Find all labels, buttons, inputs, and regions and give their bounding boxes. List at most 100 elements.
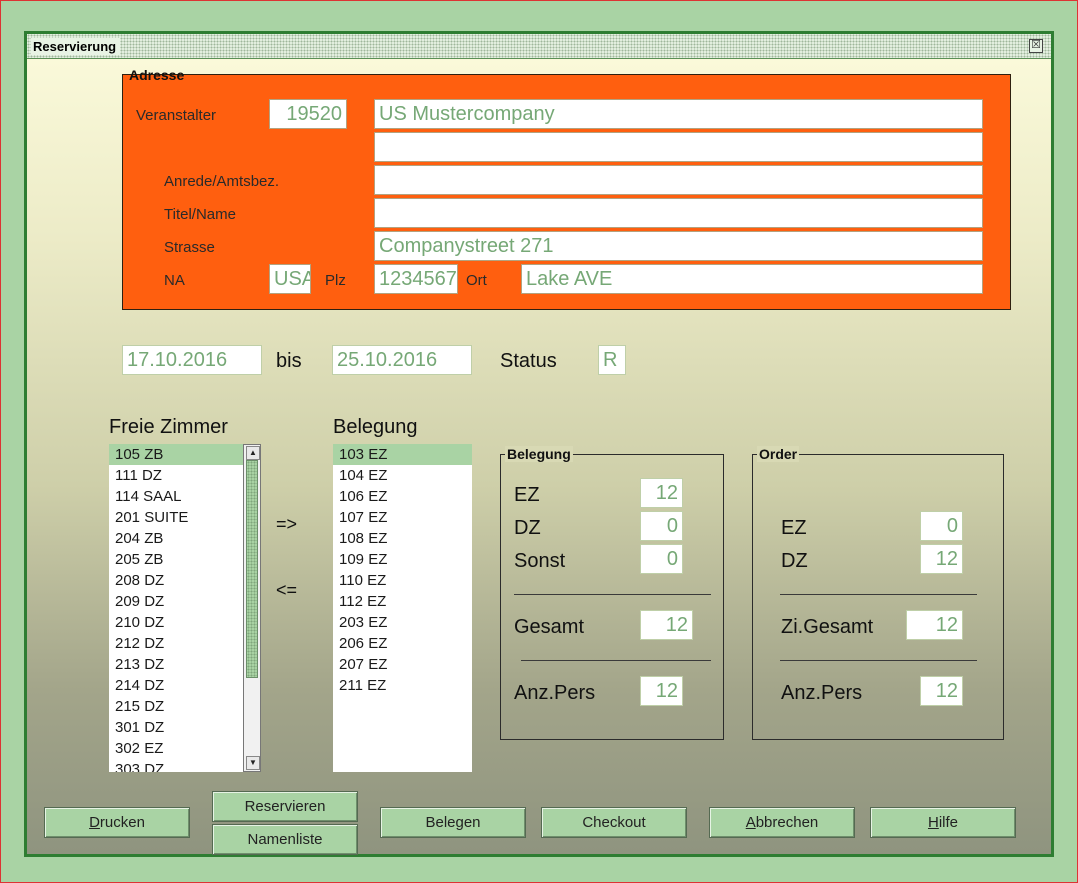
belegung-ez-label: EZ bbox=[514, 484, 540, 506]
namenliste-button[interactable]: Namenliste bbox=[212, 824, 358, 855]
na-label: NA bbox=[164, 272, 185, 289]
drucken-button[interactable]: Drucken bbox=[44, 807, 190, 838]
occupancy-item[interactable]: 108 EZ bbox=[333, 528, 472, 549]
separator bbox=[521, 660, 711, 661]
abbrechen-mnemonic: A bbox=[745, 814, 756, 831]
free-rooms-heading: Freie Zimmer bbox=[109, 416, 228, 438]
order-dz-field[interactable]: 12 bbox=[920, 544, 963, 574]
free-room-item[interactable]: 201 SUITE bbox=[109, 507, 243, 528]
occupancy-item[interactable]: 107 EZ bbox=[333, 507, 472, 528]
occupancy-item[interactable]: 207 EZ bbox=[333, 654, 472, 675]
abbrechen-button[interactable]: Abbrechen bbox=[709, 807, 855, 838]
company-name-field[interactable]: US Mustercompany bbox=[374, 99, 983, 129]
anrede-label: Anrede/Amtsbez. bbox=[164, 173, 280, 190]
belegen-button[interactable]: Belegen bbox=[380, 807, 526, 838]
free-rooms-scrollbar[interactable]: ▲ ▼ bbox=[243, 444, 261, 772]
titel-label: Titel/Name bbox=[164, 206, 236, 223]
hilfe-button[interactable]: Hilfe bbox=[870, 807, 1016, 838]
titel-name-field[interactable] bbox=[374, 198, 983, 228]
veranstalter-label: Veranstalter bbox=[136, 107, 217, 124]
drucken-rest: rucken bbox=[99, 814, 145, 831]
reservieren-button[interactable]: Reservieren bbox=[212, 791, 358, 822]
close-icon[interactable]: ☒ bbox=[1029, 39, 1043, 53]
belegung-gesamt-field[interactable]: 12 bbox=[640, 610, 693, 640]
free-room-item[interactable]: 210 DZ bbox=[109, 612, 243, 633]
na-field[interactable]: USA bbox=[269, 264, 311, 294]
strasse-field[interactable]: Companystreet 271 bbox=[374, 231, 983, 261]
reservation-window: Reservierung ☒ Adresse Veranstalter 1952… bbox=[24, 31, 1054, 857]
belegung-sonst-label: Sonst bbox=[514, 550, 566, 572]
hilfe-mnemonic: H bbox=[927, 814, 939, 831]
address-legend: Adresse bbox=[129, 67, 185, 83]
scroll-down-icon[interactable]: ▼ bbox=[246, 756, 260, 770]
free-room-item[interactable]: 204 ZB bbox=[109, 528, 243, 549]
free-room-item[interactable]: 209 DZ bbox=[109, 591, 243, 612]
checkout-button[interactable]: Checkout bbox=[541, 807, 687, 838]
date-to-field[interactable]: 25.10.2016 bbox=[332, 345, 472, 375]
belegung-group: Belegung EZ 12 DZ 0 Sonst 0 Gesamt 12 An… bbox=[500, 446, 724, 740]
occupancy-item[interactable]: 103 EZ bbox=[333, 444, 472, 465]
free-room-item[interactable]: 212 DZ bbox=[109, 633, 243, 654]
free-room-item[interactable]: 208 DZ bbox=[109, 570, 243, 591]
free-room-item[interactable]: 111 DZ bbox=[109, 465, 243, 486]
free-room-item[interactable]: 213 DZ bbox=[109, 654, 243, 675]
belegung-ez-field[interactable]: 12 bbox=[640, 478, 683, 508]
address-group: Adresse Veranstalter 19520 US Mustercomp… bbox=[122, 67, 1011, 310]
plz-field[interactable]: 1234567 bbox=[374, 264, 458, 294]
free-rooms-list[interactable]: 105 ZB 111 DZ 114 SAAL 201 SUITE 204 ZB 205 Z… bbox=[109, 444, 243, 772]
belegung-gesamt-label: Gesamt bbox=[514, 616, 585, 638]
belegung-dz-label: DZ bbox=[514, 517, 541, 539]
free-room-item[interactable]: 302 EZ bbox=[109, 738, 243, 759]
occupancy-item[interactable]: 110 EZ bbox=[333, 570, 472, 591]
remove-room-button[interactable]: <= bbox=[276, 580, 297, 601]
occupancy-item[interactable]: 109 EZ bbox=[333, 549, 472, 570]
belegung-dz-field[interactable]: 0 bbox=[640, 511, 683, 541]
occupancy-item[interactable]: 106 EZ bbox=[333, 486, 472, 507]
window-title: Reservierung bbox=[31, 38, 121, 55]
veranstalter-id-field[interactable]: 19520 bbox=[269, 99, 347, 129]
free-room-item[interactable]: 215 DZ bbox=[109, 696, 243, 717]
order-dz-label: DZ bbox=[781, 550, 808, 572]
separator bbox=[780, 594, 977, 595]
free-room-item[interactable]: 303 DZ bbox=[109, 759, 243, 772]
name-line2-field[interactable] bbox=[374, 132, 983, 162]
occupancy-list[interactable]: 103 EZ 104 EZ 106 EZ 107 EZ 108 EZ 109 EZ 110 … bbox=[333, 444, 472, 772]
separator bbox=[514, 594, 711, 595]
occupancy-item[interactable]: 112 EZ bbox=[333, 591, 472, 612]
order-ez-field[interactable]: 0 bbox=[920, 511, 963, 541]
plz-label: Plz bbox=[325, 272, 346, 289]
status-label: Status bbox=[500, 350, 557, 372]
ort-label: Ort bbox=[466, 272, 487, 289]
order-group: Order EZ 0 DZ 12 Zi.Gesamt 12 Anz.Pers 1… bbox=[752, 446, 1004, 740]
occupancy-item[interactable]: 104 EZ bbox=[333, 465, 472, 486]
occupancy-heading: Belegung bbox=[333, 416, 418, 438]
belegung-sonst-field[interactable]: 0 bbox=[640, 544, 683, 574]
order-pers-label: Anz.Pers bbox=[781, 682, 863, 704]
free-room-item[interactable]: 114 SAAL bbox=[109, 486, 243, 507]
status-field[interactable]: R bbox=[598, 345, 626, 375]
scroll-up-icon[interactable]: ▲ bbox=[246, 446, 260, 460]
drucken-mnemonic: D bbox=[89, 814, 100, 831]
order-ez-label: EZ bbox=[781, 517, 807, 539]
free-room-item[interactable]: 214 DZ bbox=[109, 675, 243, 696]
order-pers-field[interactable]: 12 bbox=[920, 676, 963, 706]
belegung-pers-label: Anz.Pers bbox=[514, 682, 596, 704]
order-legend: Order bbox=[757, 446, 800, 462]
order-gesamt-field[interactable]: 12 bbox=[906, 610, 963, 640]
free-room-item[interactable]: 105 ZB bbox=[109, 444, 243, 465]
occupancy-item[interactable]: 203 EZ bbox=[333, 612, 472, 633]
title-bar[interactable]: Reservierung ☒ bbox=[27, 34, 1051, 59]
add-room-button[interactable]: => bbox=[276, 514, 297, 535]
free-room-item[interactable]: 205 ZB bbox=[109, 549, 243, 570]
anrede-field[interactable] bbox=[374, 165, 983, 195]
occupancy-item[interactable]: 211 EZ bbox=[333, 675, 472, 696]
scroll-thumb[interactable] bbox=[246, 460, 258, 678]
order-gesamt-label: Zi.Gesamt bbox=[781, 616, 874, 638]
strasse-label: Strasse bbox=[164, 239, 215, 256]
occupancy-item[interactable]: 206 EZ bbox=[333, 633, 472, 654]
belegung-pers-field[interactable]: 12 bbox=[640, 676, 683, 706]
ort-field[interactable]: Lake AVE bbox=[521, 264, 983, 294]
bis-label: bis bbox=[276, 350, 302, 372]
free-room-item[interactable]: 301 DZ bbox=[109, 717, 243, 738]
date-from-field[interactable]: 17.10.2016 bbox=[122, 345, 262, 375]
